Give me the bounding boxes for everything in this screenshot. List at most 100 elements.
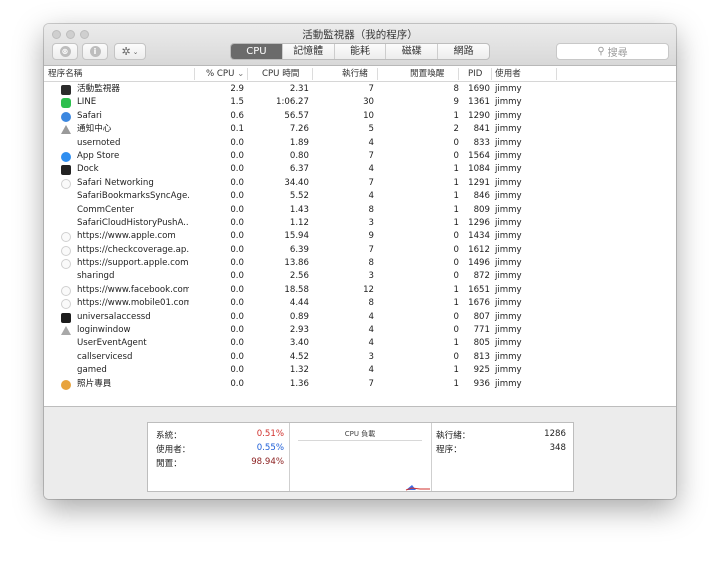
thread-count: 3: [368, 271, 374, 282]
process-row[interactable]: UserEventAgent 0.0 3.40 4 1 805 jimmy: [44, 337, 676, 350]
stop-process-button[interactable]: ⊗: [52, 43, 78, 60]
cpu-percent: 0.0: [230, 378, 244, 389]
cpu-percent: 2.9: [230, 84, 244, 94]
pid: 1496: [468, 258, 490, 269]
process-row[interactable]: CommCenter 0.0 1.43 8 1 809 jimmy: [44, 204, 676, 217]
shield-icon: [61, 299, 71, 310]
idle-wakeups: 1: [453, 177, 459, 188]
process-row[interactable]: loginwindow 0.0 2.93 4 0 771 jimmy: [44, 324, 676, 337]
idle-wakeups: 1: [453, 110, 459, 121]
cpu-time: 13.86: [284, 258, 309, 269]
idle-wakeups: 1: [453, 378, 459, 389]
process-row[interactable]: https://www.facebook.com 0.0 18.58 12 1 1651 j…: [44, 284, 676, 297]
safari-icon: [61, 111, 71, 122]
thread-count: 4: [368, 325, 374, 336]
user-name: jimmy: [495, 110, 522, 121]
user-name: jimmy: [495, 164, 522, 175]
processes-value: 348: [549, 443, 566, 453]
process-row[interactable]: 通知中心 0.1 7.26 5 2 841 jimmy: [44, 123, 676, 136]
column-header-idle-wakeups[interactable]: 閒置喚醒: [410, 66, 444, 82]
user-name: jimmy: [495, 244, 522, 255]
user-name: jimmy: [495, 258, 522, 269]
thread-count: 4: [368, 164, 374, 175]
shield-icon: [61, 178, 71, 189]
cpu-percent: 0.0: [230, 177, 244, 188]
pid: 1290: [468, 110, 490, 121]
thread-count: 8: [368, 204, 374, 215]
universal-access-icon: [61, 312, 71, 323]
idle-wakeups: 1: [453, 365, 459, 376]
process-name: Dock: [77, 164, 99, 175]
process-row[interactable]: SafariBookmarksSyncAge... 0.0 5.52 4 1 846 jim…: [44, 190, 676, 203]
cpu-percent: 0.0: [230, 217, 244, 228]
cpu-time: 1.12: [289, 217, 309, 228]
process-row[interactable]: 活動監視器 2.9 2.31 7 8 1690 jimmy: [44, 83, 676, 96]
system-label: 系統：: [156, 431, 182, 441]
process-row[interactable]: usernoted 0.0 1.89 4 0 833 jimmy: [44, 137, 676, 150]
process-row[interactable]: https://checkcoverage.ap... 0.0 6.39 7 0 1612…: [44, 244, 676, 257]
tab-energy[interactable]: 能耗: [333, 44, 386, 59]
idle-wakeups: 0: [453, 311, 459, 322]
process-row[interactable]: SafariCloudHistoryPushA... 0.0 1.12 3 1 1296 j…: [44, 217, 676, 230]
inspect-process-button[interactable]: i: [82, 43, 108, 60]
process-name: 活動監視器: [77, 84, 120, 94]
pid: 1434: [468, 231, 490, 242]
cpu-time: 1:06.27: [276, 97, 309, 108]
process-row[interactable]: https://www.mobile01.com 0.0 4.44 8 1 1676 jim…: [44, 297, 676, 310]
tab-network[interactable]: 網路: [437, 44, 489, 59]
pid: 936: [473, 378, 490, 389]
process-row[interactable]: 照片專員 0.0 1.36 7 1 936 jimmy: [44, 378, 676, 391]
process-name: SafariCloudHistoryPushA...: [77, 217, 189, 228]
thread-count: 7: [368, 378, 374, 389]
process-row[interactable]: Safari Networking 0.0 34.40 7 1 1291 jimmy: [44, 177, 676, 190]
user-name: jimmy: [495, 325, 522, 336]
process-row[interactable]: https://support.apple.com 0.0 13.86 8 0 1496 j…: [44, 257, 676, 270]
process-row[interactable]: gamed 0.0 1.32 4 1 925 jimmy: [44, 364, 676, 377]
search-field[interactable]: ⚲ 搜尋: [556, 43, 669, 60]
user-name: jimmy: [495, 351, 522, 362]
cpu-time: 1.43: [289, 204, 309, 215]
column-header-pid[interactable]: PID: [468, 66, 482, 82]
process-row[interactable]: universalaccessd 0.0 0.89 4 0 807 jimmy: [44, 311, 676, 324]
tab-memory[interactable]: 記憶體: [281, 44, 334, 59]
cpu-percent: 0.0: [230, 325, 244, 336]
process-row[interactable]: https://www.apple.com 0.0 15.94 9 0 1434 jimmy: [44, 230, 676, 243]
process-name: https://support.apple.com: [77, 258, 189, 269]
process-row[interactable]: LINE 1.5 1:06.27 30 9 1361 jimmy: [44, 96, 676, 109]
column-header-cpu-time[interactable]: CPU 時間: [262, 66, 299, 82]
pid: 846: [473, 191, 490, 202]
search-placeholder: 搜尋: [607, 48, 628, 59]
chevron-down-icon: ⌄: [132, 47, 139, 56]
pid: 1291: [468, 177, 490, 188]
thread-count: 9: [368, 231, 374, 242]
process-row[interactable]: Safari 0.6 56.57 10 1 1290 jimmy: [44, 110, 676, 123]
activity-monitor-window: 活動監視器（我的程序） ⊗ i ✲ ⌄ CPU 記憶體 能耗 磁碟 網路 ⚲ 搜尋 程序…: [44, 24, 676, 499]
process-row[interactable]: callservicesd 0.0 4.52 3 0 813 jimmy: [44, 351, 676, 364]
activity-monitor-icon: [61, 85, 71, 95]
cpu-percent: 0.0: [230, 271, 244, 282]
pid: 1564: [468, 150, 490, 161]
column-header-process-name[interactable]: 程序名稱: [48, 66, 82, 82]
tab-disk[interactable]: 磁碟: [385, 44, 437, 59]
column-header-threads[interactable]: 執行緒: [342, 66, 368, 82]
column-header-cpu[interactable]: % CPU ⌄: [206, 66, 244, 82]
thread-count: 30: [363, 97, 374, 108]
process-row[interactable]: App Store 0.0 0.80 7 0 1564 jimmy: [44, 150, 676, 163]
idle-wakeups: 0: [453, 258, 459, 269]
cpu-time: 3.40: [289, 338, 309, 349]
user-name: jimmy: [495, 338, 522, 349]
sort-descending-icon: ⌄: [237, 69, 245, 79]
user-name: jimmy: [495, 217, 522, 228]
tab-cpu[interactable]: CPU: [231, 44, 282, 59]
pid: 841: [473, 124, 490, 135]
cpu-time: 0.89: [289, 311, 309, 322]
thread-count: 3: [368, 217, 374, 228]
process-row[interactable]: sharingd 0.0 2.56 3 0 872 jimmy: [44, 270, 676, 283]
cpu-percent: 0.0: [230, 244, 244, 255]
actions-menu-button[interactable]: ✲ ⌄: [114, 43, 146, 60]
column-header-user[interactable]: 使用者: [495, 66, 521, 82]
user-name: jimmy: [495, 150, 522, 161]
pid: 805: [473, 338, 490, 349]
cpu-percent: 0.0: [230, 338, 244, 349]
process-row[interactable]: Dock 0.0 6.37 4 1 1084 jimmy: [44, 163, 676, 176]
